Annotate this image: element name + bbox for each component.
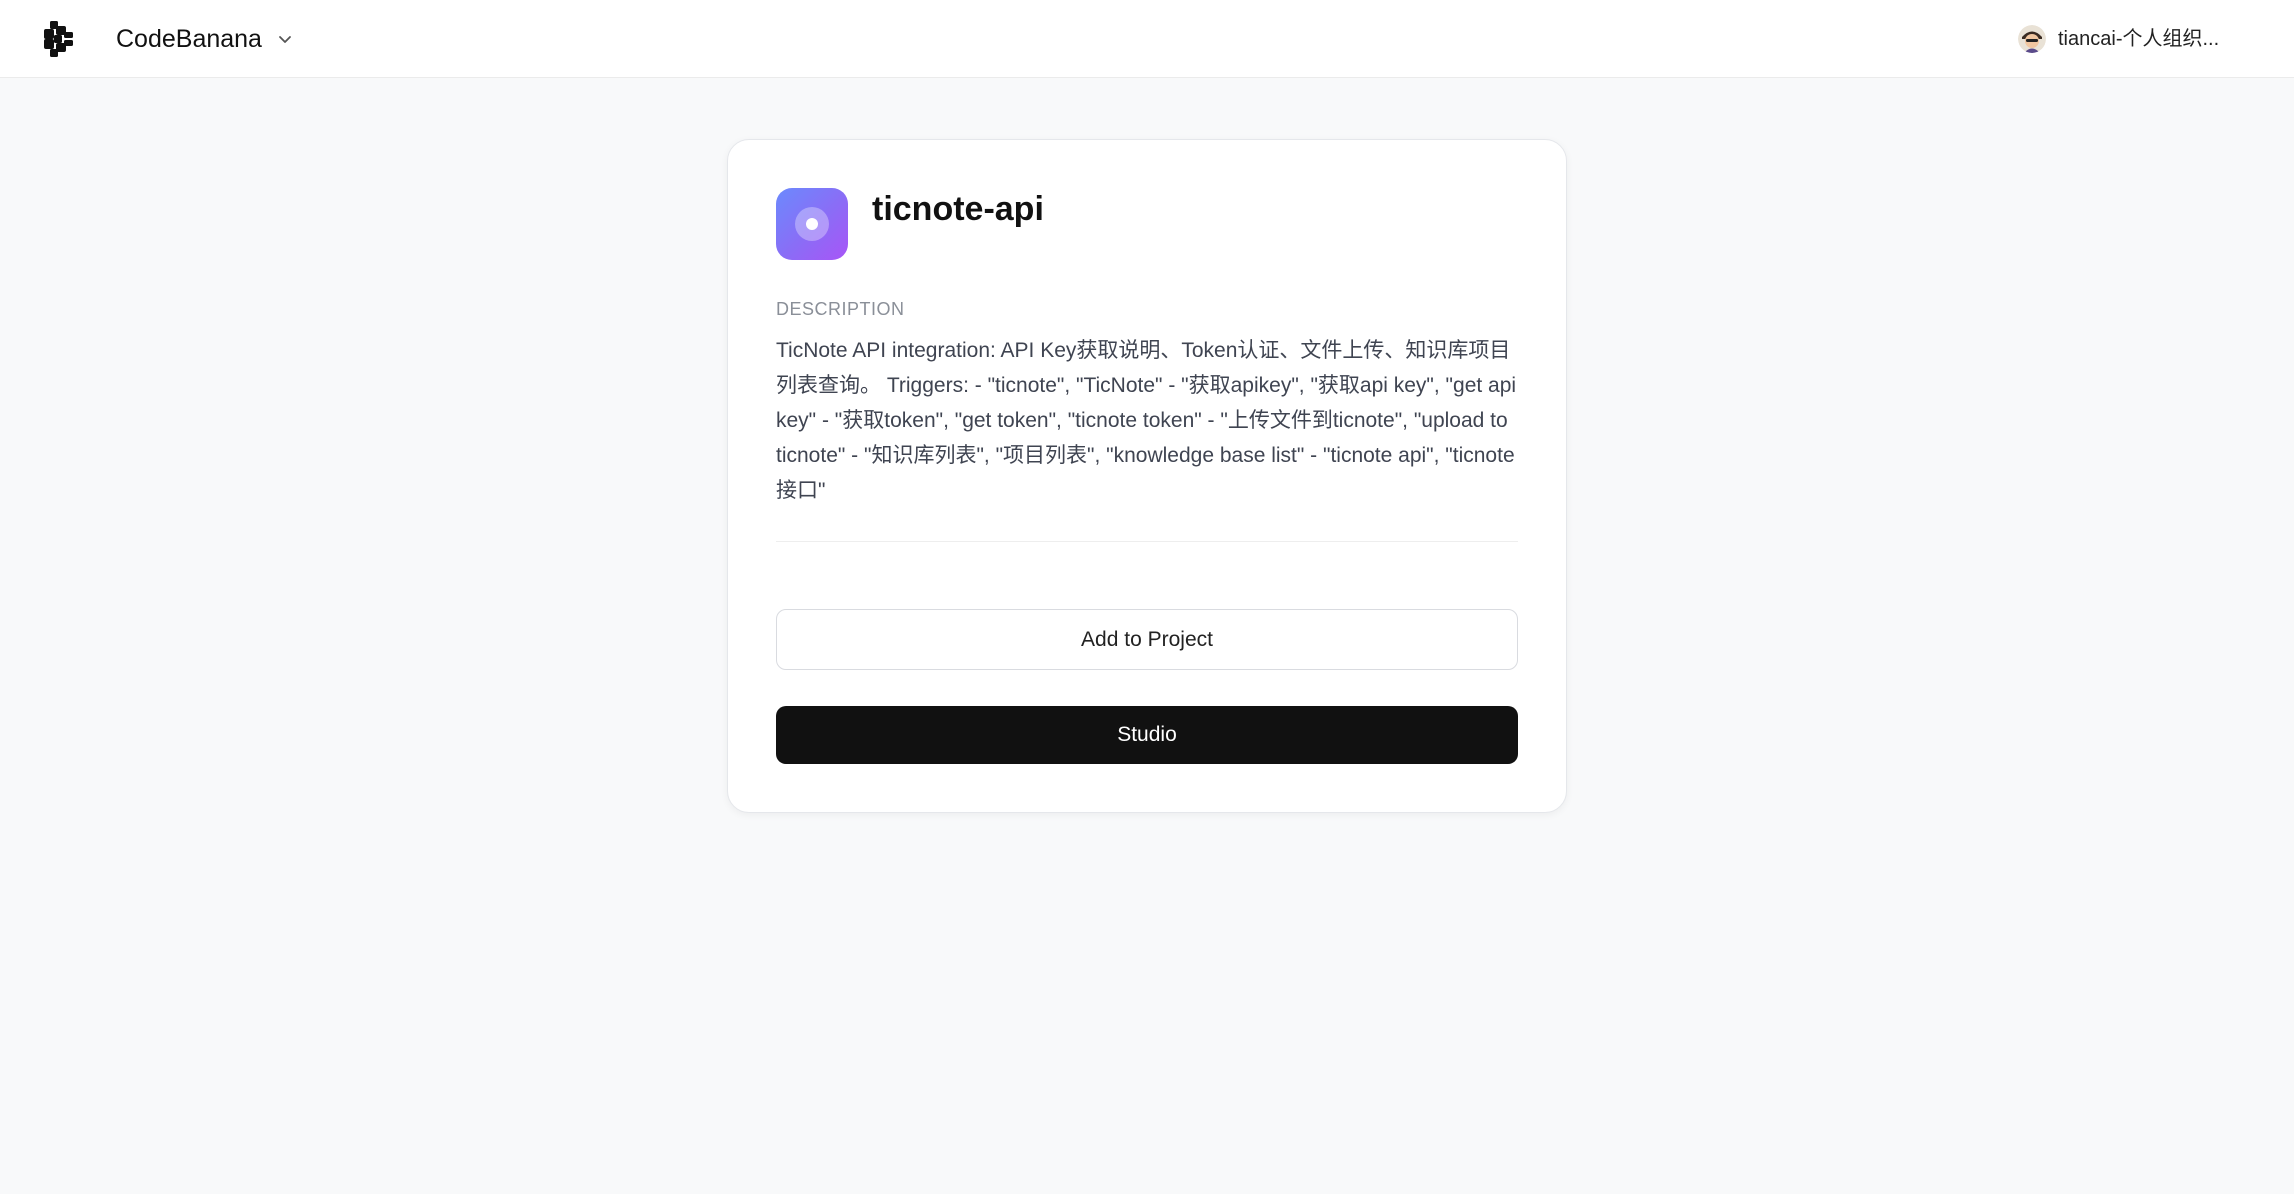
codebanana-logo-icon[interactable]	[40, 20, 78, 58]
brand-name: CodeBanana	[116, 25, 262, 53]
description-text: TicNote API integration: API Key获取说明、Tok…	[776, 339, 1517, 502]
skill-detail-card: ticnote-api DESCRIPTION TicNote API inte…	[727, 139, 1567, 813]
user-organization-name: tiancai-个人组织...	[2058, 28, 2220, 50]
chevron-down-icon	[279, 36, 291, 43]
description-label: DESCRIPTION	[776, 299, 905, 319]
divider	[776, 541, 1518, 542]
top-navigation-bar: CodeBanana tiancai-个人组织...	[0, 0, 2294, 78]
add-to-project-button[interactable]: Add to Project	[776, 609, 1518, 670]
app-target-icon	[776, 188, 848, 260]
app-icon-ring	[795, 207, 829, 241]
user-avatar	[2018, 25, 2046, 53]
studio-button[interactable]: Studio	[776, 706, 1518, 764]
app-icon-dot	[806, 218, 818, 230]
skill-title: ticnote-api	[872, 190, 1044, 228]
user-menu[interactable]: tiancai-个人组织...	[2018, 24, 2219, 54]
workspace-switcher[interactable]: CodeBanana	[116, 22, 294, 56]
